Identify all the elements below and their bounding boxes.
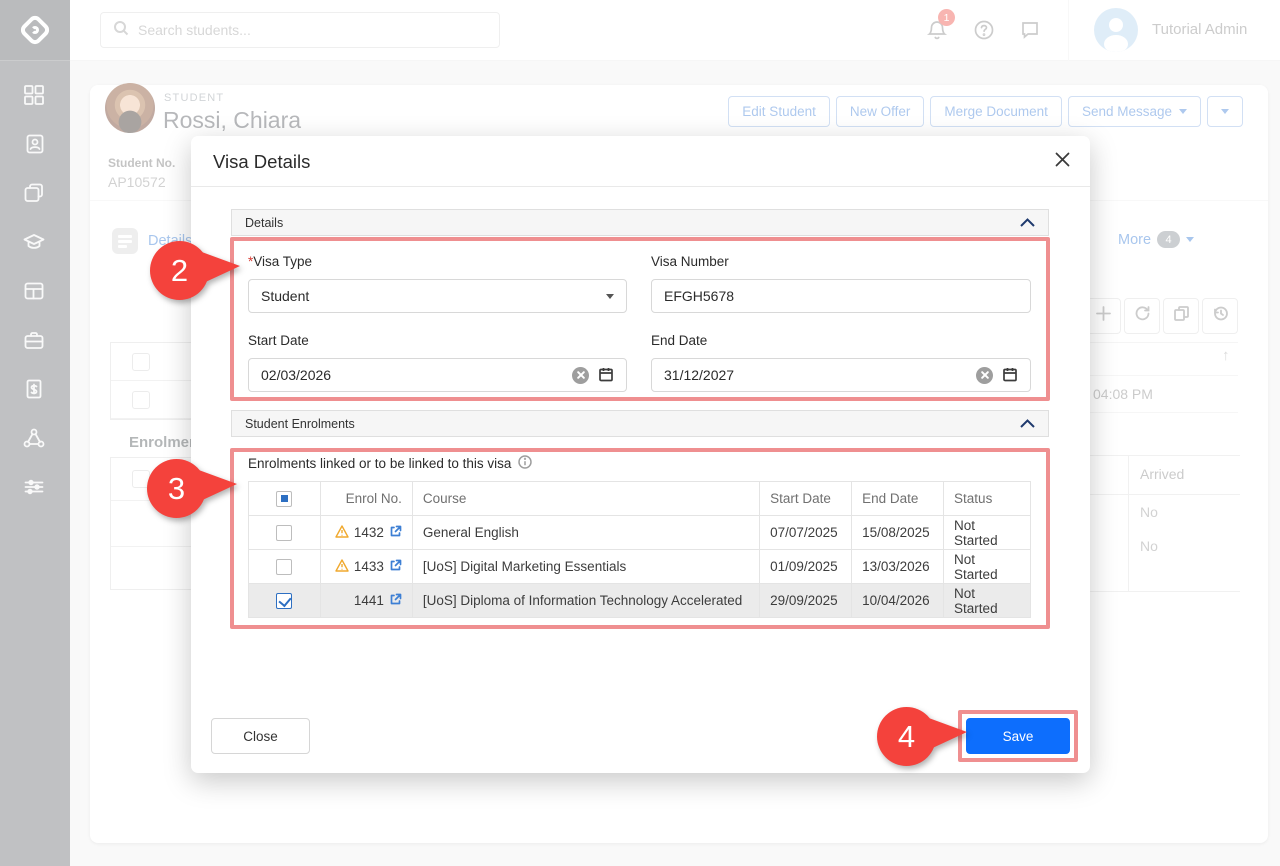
annotation-step-3-marker: 3: [147, 459, 206, 518]
col-end-date: End Date: [852, 482, 944, 516]
annotation-step-4-marker: 4: [877, 707, 936, 766]
modal-close-button[interactable]: [1049, 149, 1075, 175]
enrolments-caption: Enrolments linked or to be linked to thi…: [248, 455, 532, 472]
visa-type-label: *Visa Type: [248, 254, 312, 269]
chevron-up-icon[interactable]: [1020, 415, 1035, 433]
visa-details-modal: Visa Details Details *Visa Type Visa Num…: [191, 136, 1090, 773]
calendar-icon[interactable]: [598, 366, 614, 385]
select-all-checkbox[interactable]: [276, 491, 292, 507]
external-link-icon[interactable]: [389, 525, 402, 541]
visa-number-input[interactable]: [664, 288, 1018, 304]
enrolments-table: Enrol No. Course Start Date End Date Sta…: [248, 481, 1031, 618]
col-start-date: Start Date: [760, 482, 852, 516]
calendar-icon[interactable]: [1002, 366, 1018, 385]
modal-title: Visa Details: [213, 151, 310, 173]
external-link-icon[interactable]: [389, 559, 402, 575]
screen: 1 Tutorial Admin STUDENT Rossi, Chiara E…: [0, 0, 1280, 866]
student-enrolments-section-header[interactable]: Student Enrolments: [231, 410, 1049, 437]
details-section-header[interactable]: Details: [231, 209, 1049, 236]
table-header-row: Enrol No. Course Start Date End Date Sta…: [249, 482, 1031, 516]
info-icon[interactable]: [518, 455, 532, 472]
start-date-field[interactable]: [248, 358, 627, 392]
end-date-field[interactable]: [651, 358, 1031, 392]
warning-icon: [335, 525, 349, 541]
close-button[interactable]: Close: [211, 718, 310, 754]
table-row-selected: 1441 [UoS] Diploma of Information Techno…: [249, 584, 1031, 618]
end-date-input[interactable]: [664, 367, 976, 383]
status-cell: Not Started: [944, 516, 1031, 550]
clear-date-icon[interactable]: [572, 367, 589, 384]
status-cell: Not Started: [944, 584, 1031, 618]
chevron-down-icon: [606, 294, 614, 299]
clear-date-icon[interactable]: [976, 367, 993, 384]
close-icon: [1055, 152, 1070, 172]
visa-number-label: Visa Number: [651, 254, 729, 269]
row-checkbox[interactable]: [276, 525, 292, 541]
chevron-up-icon[interactable]: [1020, 214, 1035, 232]
row-checkbox-checked[interactable]: [276, 593, 292, 609]
row-checkbox[interactable]: [276, 559, 292, 575]
col-status: Status: [944, 482, 1031, 516]
warning-icon: [335, 559, 349, 575]
start-date-label: Start Date: [248, 333, 309, 348]
save-button[interactable]: Save: [966, 718, 1070, 754]
visa-number-field[interactable]: [651, 279, 1031, 313]
visa-type-select[interactable]: Student: [248, 279, 627, 313]
annotation-step-2-marker: 2: [150, 241, 209, 300]
table-row: 1432 General English 07/07/2025 15/08/20…: [249, 516, 1031, 550]
end-date-label: End Date: [651, 333, 707, 348]
col-enrol-no: Enrol No.: [320, 482, 412, 516]
external-link-icon[interactable]: [389, 593, 402, 609]
table-row: 1433 [UoS] Digital Marketing Essentials …: [249, 550, 1031, 584]
col-course: Course: [412, 482, 759, 516]
start-date-input[interactable]: [261, 367, 572, 383]
status-cell: Not Started: [944, 550, 1031, 584]
